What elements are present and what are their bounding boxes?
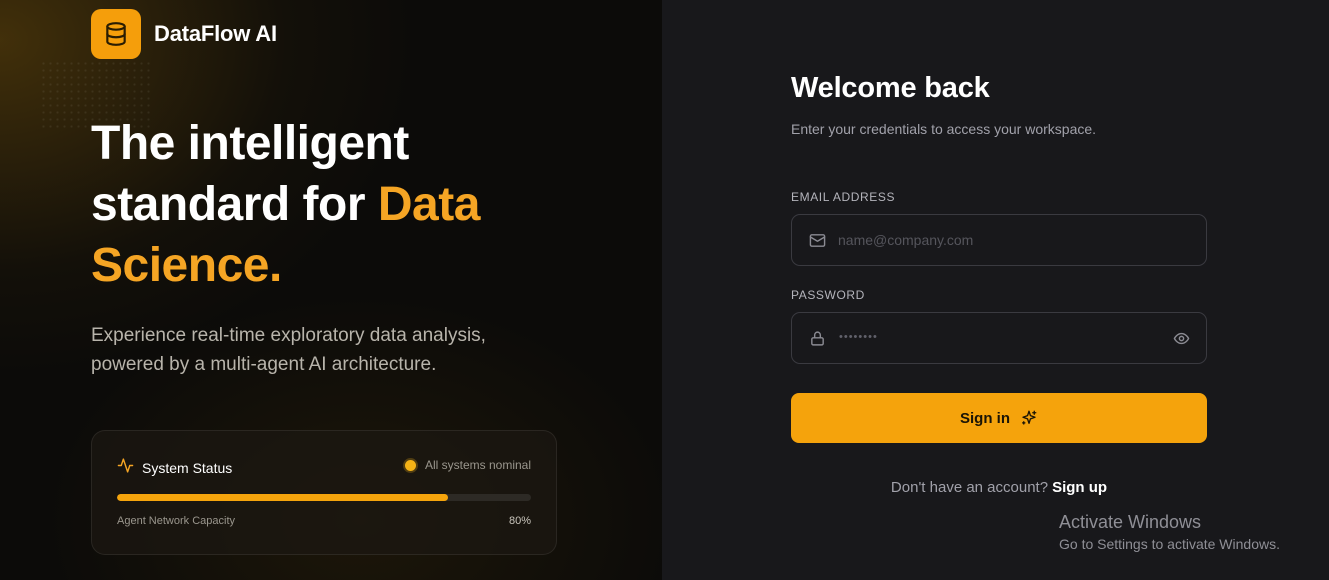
email-field[interactable] bbox=[791, 214, 1207, 266]
status-dot bbox=[404, 459, 416, 471]
login-title: Welcome back bbox=[791, 72, 990, 104]
brand-name: DataFlow AI bbox=[154, 21, 277, 46]
marketing-panel: DataFlow AI The intelligent standard for… bbox=[0, 0, 662, 580]
hero-subtitle: Experience real-time exploratory data an… bbox=[91, 325, 486, 375]
status-title: System Status bbox=[142, 460, 233, 476]
login-subtitle: Enter your credentials to access your wo… bbox=[791, 121, 1097, 137]
windows-activation-watermark: Activate Windows Go to Settings to activ… bbox=[1059, 512, 1280, 552]
hero-headline: The intelligent standard for Data Scienc… bbox=[91, 113, 561, 296]
brand: DataFlow AI bbox=[91, 9, 277, 59]
capacity-progress-track bbox=[117, 494, 531, 501]
capacity-label: Agent Network Capacity bbox=[117, 515, 235, 527]
hero-accent-science: Science. bbox=[91, 239, 282, 292]
mail-icon bbox=[809, 232, 826, 254]
email-input[interactable] bbox=[838, 215, 1158, 265]
capacity-value: 80% bbox=[508, 515, 531, 527]
password-mask[interactable]: •••••••• bbox=[839, 331, 878, 343]
capacity-progress-fill bbox=[117, 494, 449, 501]
activation-title: Activate Windows bbox=[1059, 512, 1202, 532]
status-text: All systems nominal bbox=[424, 458, 531, 472]
lock-icon bbox=[809, 330, 826, 352]
sign-in-button[interactable]: Sign in bbox=[791, 393, 1207, 443]
status-indicator: All systems nominal bbox=[404, 458, 531, 472]
sign-in-label: Sign in bbox=[960, 409, 1010, 427]
status-header: System Status bbox=[117, 457, 232, 479]
activity-icon bbox=[117, 457, 134, 479]
signup-link[interactable]: Sign up bbox=[1052, 479, 1107, 496]
hero-accent-data: Data bbox=[377, 178, 481, 231]
eye-icon[interactable] bbox=[1173, 330, 1190, 352]
hero-line-2: standard for bbox=[91, 178, 366, 231]
email-label: EMAIL ADDRESS bbox=[791, 190, 896, 204]
sparkles-icon bbox=[1020, 409, 1038, 427]
database-icon bbox=[91, 9, 141, 59]
system-status-card: System Status All systems nominal Agent … bbox=[91, 430, 557, 555]
signup-prompt-row: Don't have an account? Sign up bbox=[791, 479, 1207, 496]
login-panel: Welcome back Enter your credentials to a… bbox=[662, 0, 1329, 580]
password-field[interactable]: •••••••• bbox=[791, 312, 1207, 364]
activation-subtitle: Go to Settings to activate Windows. bbox=[1059, 536, 1280, 552]
hero-line-1: The intelligent bbox=[91, 117, 409, 170]
password-label: PASSWORD bbox=[791, 288, 865, 302]
signup-prompt: Don't have an account? bbox=[890, 479, 1049, 496]
